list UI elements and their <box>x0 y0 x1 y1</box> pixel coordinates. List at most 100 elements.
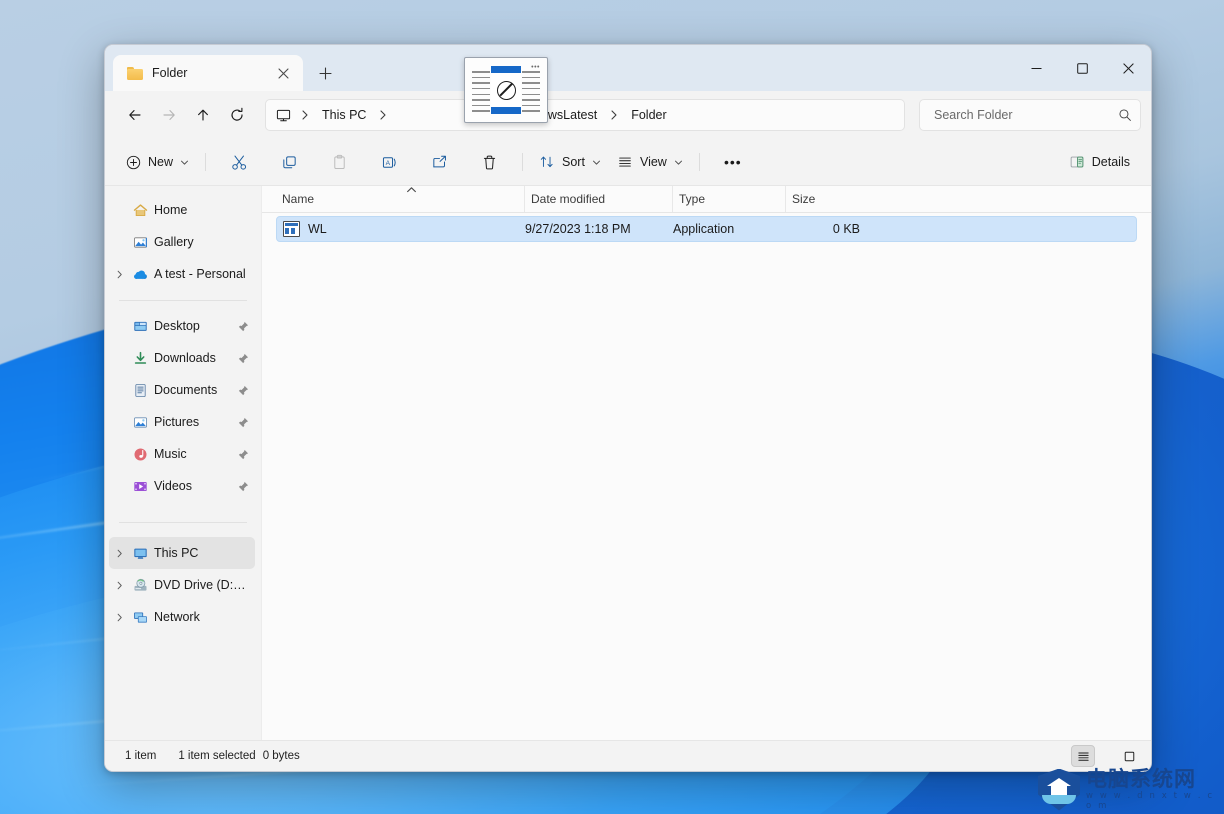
status-selection-size: 0 bytes <box>262 750 300 762</box>
cut-button[interactable] <box>215 146 263 178</box>
sidebar-item-label: Pictures <box>154 415 200 429</box>
new-tab-button[interactable] <box>310 58 340 88</box>
sidebar-item-gallery[interactable]: Gallery <box>109 226 255 258</box>
view-button[interactable]: View <box>610 146 690 178</box>
this-pc-icon <box>274 108 295 123</box>
refresh-button[interactable] <box>221 99 253 131</box>
downloads-icon <box>129 351 151 366</box>
plus-circle-icon <box>126 155 141 170</box>
view-icon <box>617 154 633 170</box>
sidebar-item-music[interactable]: Music <box>109 438 255 470</box>
trash-icon <box>481 154 498 171</box>
more-options-button[interactable]: ••• <box>709 146 757 178</box>
sidebar-item-documents[interactable]: Documents <box>109 374 255 406</box>
navigation-bar: This PC WindowsLatest Folder <box>105 91 1151 139</box>
sidebar-item-label: Home <box>154 203 188 217</box>
column-header-label: Size <box>792 192 816 206</box>
toolbar-divider <box>522 153 524 171</box>
sort-button[interactable]: Sort <box>532 146 608 178</box>
watermark-text: 电脑系统网 w w w . d n x t w . c o m <box>1086 768 1220 810</box>
details-pane-icon <box>1069 154 1085 170</box>
breadcrumb-item-this-pc[interactable]: This PC <box>315 105 373 125</box>
application-icon <box>283 221 300 237</box>
rename-button[interactable]: A <box>365 146 413 178</box>
watermark-logo-icon <box>1038 768 1080 811</box>
breadcrumb[interactable]: This PC WindowsLatest Folder <box>265 99 905 131</box>
status-selection-group: 1 item selected 0 bytes <box>178 750 299 762</box>
file-list-pane[interactable]: Name Date modified Type Size WL 9/27/202… <box>262 186 1151 740</box>
folder-icon <box>127 66 143 80</box>
rename-icon: A <box>381 154 398 171</box>
chevron-right-icon[interactable] <box>109 549 129 558</box>
sidebar-item-home[interactable]: Home <box>109 194 255 226</box>
details-pane-label: Details <box>1091 155 1130 169</box>
file-explorer-window: Folder This PC WindowsLatest Folder Sear… <box>104 44 1152 772</box>
sidebar-item-network[interactable]: Network <box>109 601 255 633</box>
column-header-size[interactable]: Size <box>785 186 865 212</box>
large-icons-view-toggle[interactable] <box>1117 745 1141 767</box>
table-row[interactable]: WL 9/27/2023 1:18 PM Application 0 KB <box>276 216 1137 242</box>
breadcrumb-item-drive[interactable] <box>393 112 485 118</box>
search-icon[interactable] <box>1118 108 1132 122</box>
sidebar-item-videos[interactable]: Videos <box>109 470 255 502</box>
search-input[interactable] <box>932 107 1118 123</box>
sidebar-item-label: Gallery <box>154 235 194 249</box>
pin-icon[interactable] <box>238 481 249 492</box>
pin-icon[interactable] <box>238 417 249 428</box>
details-view-toggle[interactable] <box>1071 745 1095 767</box>
watermark-url: w w w . d n x t w . c o m <box>1086 790 1215 811</box>
music-icon <box>129 447 151 462</box>
chevron-down-icon <box>180 158 189 167</box>
breadcrumb-item-windowslatest[interactable]: WindowsLatest <box>505 105 604 125</box>
column-header-name[interactable]: Name <box>276 186 524 212</box>
close-window-button[interactable] <box>1105 45 1151 91</box>
sidebar-item-label: Documents <box>154 383 218 397</box>
pin-icon[interactable] <box>238 449 249 460</box>
chevron-right-icon[interactable] <box>109 270 129 279</box>
back-button[interactable] <box>119 99 151 131</box>
sidebar-item-label: Desktop <box>154 319 200 333</box>
sidebar-item-pictures[interactable]: Pictures <box>109 406 255 438</box>
sidebar-item-this-pc[interactable]: This PC <box>109 537 255 569</box>
sidebar-item-downloads[interactable]: Downloads <box>109 342 255 374</box>
new-button-label: New <box>148 155 174 169</box>
copy-button[interactable] <box>265 146 313 178</box>
search-box[interactable] <box>919 99 1141 131</box>
dvd-drive-icon <box>129 578 151 593</box>
pin-icon[interactable] <box>238 353 249 364</box>
paste-button[interactable] <box>315 146 363 178</box>
sidebar-item-label: DVD Drive (D:) CCC <box>154 578 249 592</box>
sidebar-item-dvd-drive[interactable]: DVD Drive (D:) CCC <box>109 569 255 601</box>
maximize-button[interactable] <box>1059 45 1105 91</box>
window-controls <box>1013 45 1151 91</box>
delete-button[interactable] <box>465 146 513 178</box>
pin-icon[interactable] <box>238 321 249 332</box>
new-button[interactable]: New <box>119 146 196 178</box>
breadcrumb-separator <box>375 110 391 120</box>
minimize-button[interactable] <box>1013 45 1059 91</box>
column-header-type[interactable]: Type <box>672 186 785 212</box>
details-pane-button[interactable]: Details <box>1062 146 1137 178</box>
forward-button[interactable] <box>153 99 185 131</box>
column-header-label: Date modified <box>531 192 606 206</box>
sidebar-item-onedrive[interactable]: A test - Personal <box>109 258 255 290</box>
file-list[interactable]: WL 9/27/2023 1:18 PM Application 0 KB <box>262 213 1151 740</box>
sidebar-item-label: A test - Personal <box>154 267 246 281</box>
this-pc-icon <box>129 546 151 561</box>
sort-button-label: Sort <box>562 155 585 169</box>
chevron-right-icon[interactable] <box>109 581 129 590</box>
desktop-background: Folder This PC WindowsLatest Folder Sear… <box>0 0 1224 814</box>
column-header-date-modified[interactable]: Date modified <box>524 186 672 212</box>
breadcrumb-separator <box>606 110 622 120</box>
breadcrumb-separator <box>487 110 503 120</box>
up-button[interactable] <box>187 99 219 131</box>
status-item-count: 1 item <box>125 750 157 762</box>
pin-icon[interactable] <box>238 385 249 396</box>
breadcrumb-item-folder[interactable]: Folder <box>624 105 673 125</box>
tab-folder[interactable]: Folder <box>113 55 303 91</box>
title-bar: Folder <box>105 45 1151 91</box>
sidebar-item-desktop[interactable]: Desktop <box>109 310 255 342</box>
chevron-right-icon[interactable] <box>109 613 129 622</box>
share-button[interactable] <box>415 146 463 178</box>
close-tab-icon[interactable] <box>271 61 295 85</box>
